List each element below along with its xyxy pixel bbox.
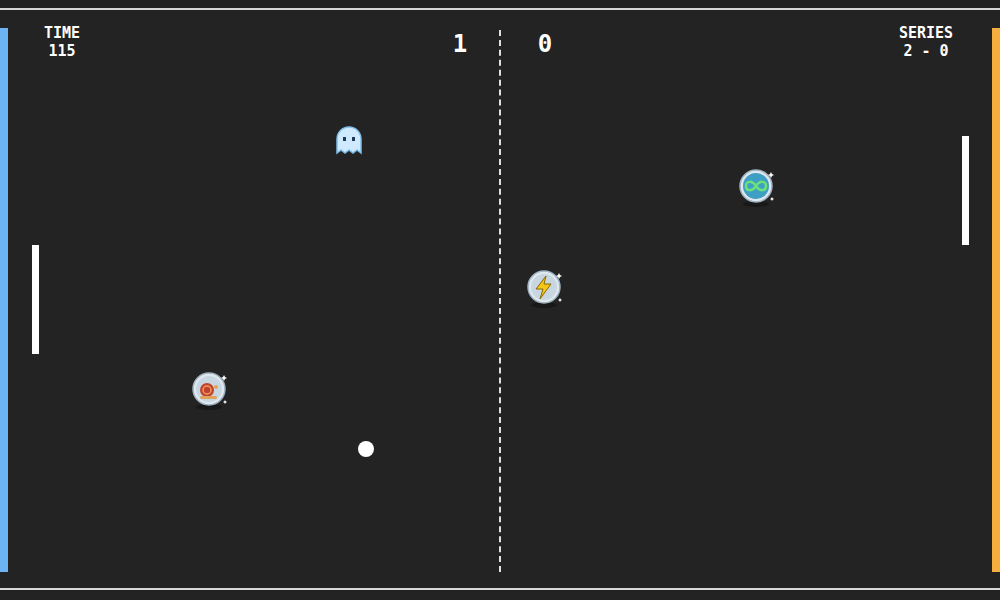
- left-paddle[interactable]: [32, 245, 39, 354]
- powerup: [524, 268, 564, 310]
- powerup: [189, 370, 229, 412]
- time-display: TIME115: [28, 24, 96, 60]
- powerup: [331, 123, 367, 159]
- left-score: 1: [444, 30, 476, 58]
- bottom-wall: [0, 588, 1000, 590]
- center-line: [499, 30, 501, 572]
- right-paddle[interactable]: [962, 136, 969, 245]
- ball: [358, 441, 374, 457]
- series-value: 2 - 0: [903, 42, 948, 60]
- left-goal: [0, 28, 8, 572]
- powerup: [736, 167, 776, 209]
- game-screen: TIME115 SERIES2 - 0 1 0: [0, 0, 1000, 600]
- infinity-icon: [736, 167, 776, 209]
- lightning-icon: [524, 268, 564, 310]
- right-score: 0: [529, 30, 561, 58]
- time-label: TIME: [44, 24, 80, 42]
- top-wall: [0, 8, 1000, 10]
- time-value: 115: [48, 42, 75, 60]
- right-goal: [992, 28, 1000, 572]
- snail-icon: [189, 370, 229, 412]
- series-display: SERIES2 - 0: [876, 24, 976, 60]
- ghost-icon: [331, 123, 367, 159]
- series-label: SERIES: [899, 24, 953, 42]
